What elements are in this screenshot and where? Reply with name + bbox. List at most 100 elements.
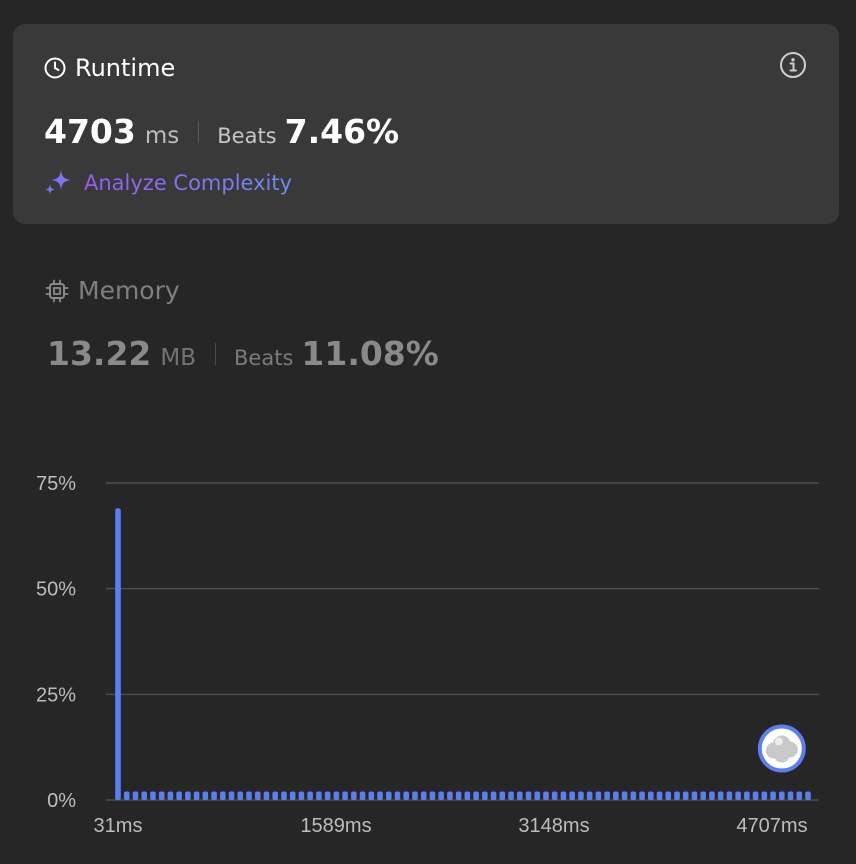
divider bbox=[215, 342, 217, 365]
chart-bar[interactable] bbox=[682, 791, 689, 800]
chart-bar[interactable] bbox=[368, 791, 375, 800]
chart-bar[interactable] bbox=[543, 791, 549, 800]
chart-bar[interactable] bbox=[228, 791, 235, 800]
y-axis-ticks: 75% 50% 25% 0% bbox=[36, 473, 76, 812]
chart-bar[interactable] bbox=[385, 791, 392, 800]
chart-bar[interactable] bbox=[115, 508, 121, 800]
chart-bar[interactable] bbox=[455, 791, 462, 800]
sparkle-icon bbox=[45, 170, 71, 195]
runtime-beats-label: Beats bbox=[217, 124, 277, 148]
chart-bar[interactable] bbox=[289, 791, 296, 800]
chart-bar[interactable] bbox=[167, 791, 174, 800]
user-runtime-marker[interactable] bbox=[757, 724, 806, 773]
chart-bar[interactable] bbox=[700, 791, 706, 800]
clock-icon bbox=[44, 57, 66, 79]
chart-bar[interactable] bbox=[464, 791, 471, 800]
chart-bar[interactable] bbox=[342, 791, 348, 800]
chart-bar[interactable] bbox=[569, 791, 575, 800]
chart-bar[interactable] bbox=[298, 791, 305, 800]
runtime-value: 4703 bbox=[44, 112, 136, 151]
chart-bar[interactable] bbox=[499, 791, 506, 800]
chart-bar[interactable] bbox=[805, 791, 811, 800]
runtime-distribution-chart[interactable]: 75% 50% 25% 0% 31ms 1589ms 3148ms 4707ms bbox=[0, 440, 856, 850]
chart-bar[interactable] bbox=[438, 791, 444, 800]
chart-bar[interactable] bbox=[709, 791, 715, 800]
chart-bar[interactable] bbox=[508, 791, 514, 800]
chart-bar[interactable] bbox=[744, 791, 750, 800]
chart-bar[interactable] bbox=[333, 791, 340, 800]
chart-bar[interactable] bbox=[647, 791, 654, 800]
chart-bar[interactable] bbox=[193, 791, 200, 800]
chart-bar[interactable] bbox=[185, 791, 191, 800]
chart-bar[interactable] bbox=[254, 791, 261, 800]
info-button[interactable] bbox=[779, 51, 807, 79]
chart-bar[interactable] bbox=[717, 791, 724, 800]
chart-bar[interactable] bbox=[447, 791, 453, 800]
chart-bar[interactable] bbox=[761, 791, 768, 800]
chart-bar[interactable] bbox=[770, 791, 776, 800]
chart-bar[interactable] bbox=[691, 791, 698, 800]
chart-bar[interactable] bbox=[578, 791, 584, 800]
chart-bar[interactable] bbox=[220, 791, 226, 800]
chart-bar[interactable] bbox=[377, 791, 383, 800]
chart-bar[interactable] bbox=[534, 791, 541, 800]
runtime-beats-value: 7.46% bbox=[284, 112, 400, 151]
chart-bar[interactable] bbox=[237, 791, 244, 800]
runtime-card[interactable]: Runtime 4703 ms Beats 7.46% Analyze Comp… bbox=[13, 24, 839, 224]
chart-bar[interactable] bbox=[351, 791, 357, 800]
chart-bar[interactable] bbox=[141, 791, 148, 800]
chart-bar[interactable] bbox=[246, 791, 252, 800]
chart-bar[interactable] bbox=[560, 791, 567, 800]
chart-bar[interactable] bbox=[394, 791, 401, 800]
chart-bar[interactable] bbox=[263, 791, 270, 800]
chart-bars[interactable] bbox=[115, 508, 811, 800]
chart-bar[interactable] bbox=[202, 791, 209, 800]
chart-bar[interactable] bbox=[158, 791, 165, 800]
chart-bar[interactable] bbox=[281, 791, 287, 800]
chart-bar[interactable] bbox=[272, 791, 279, 800]
chart-bar[interactable] bbox=[429, 791, 436, 800]
memory-stats: 13.22 MB Beats 11.08% bbox=[47, 334, 439, 373]
chart-bar[interactable] bbox=[316, 791, 322, 800]
chart-bar[interactable] bbox=[307, 791, 313, 800]
chart-bar[interactable] bbox=[132, 791, 139, 800]
chart-bar[interactable] bbox=[752, 791, 759, 800]
chart-bar[interactable] bbox=[778, 791, 785, 800]
chart-bar[interactable] bbox=[735, 791, 741, 800]
chart-bar[interactable] bbox=[604, 791, 610, 800]
chart-bar[interactable] bbox=[656, 791, 663, 800]
chart-bar[interactable] bbox=[473, 791, 479, 800]
chart-bar[interactable] bbox=[490, 791, 497, 800]
chart-bar[interactable] bbox=[796, 791, 803, 800]
chart-bar[interactable] bbox=[403, 791, 410, 800]
chart-bar[interactable] bbox=[482, 791, 488, 800]
chart-gridlines bbox=[106, 482, 819, 801]
chart-bar[interactable] bbox=[211, 791, 217, 800]
x-tick-label: 1589ms bbox=[300, 815, 371, 837]
chart-bar[interactable] bbox=[787, 791, 794, 800]
chart-bar[interactable] bbox=[613, 791, 619, 800]
chart-bar[interactable] bbox=[621, 791, 628, 800]
chart-bar[interactable] bbox=[665, 791, 672, 800]
chart-bar[interactable] bbox=[359, 791, 366, 800]
chart-bar[interactable] bbox=[586, 791, 593, 800]
chart-bar[interactable] bbox=[639, 791, 645, 800]
chart-bar[interactable] bbox=[150, 791, 156, 800]
chart-bar[interactable] bbox=[674, 791, 680, 800]
x-tick-label: 3148ms bbox=[518, 815, 589, 837]
chart-bar[interactable] bbox=[525, 791, 532, 800]
chart-bar[interactable] bbox=[595, 791, 602, 800]
x-tick-label: 4707ms bbox=[736, 815, 807, 837]
chart-bar[interactable] bbox=[324, 791, 331, 800]
chart-bar[interactable] bbox=[726, 791, 733, 800]
chart-bar[interactable] bbox=[176, 791, 182, 800]
memory-section[interactable]: Memory 13.22 MB Beats 11.08% bbox=[45, 276, 439, 373]
chart-bar[interactable] bbox=[551, 791, 558, 800]
chart-bar[interactable] bbox=[123, 791, 130, 800]
chart-bar[interactable] bbox=[516, 791, 523, 800]
chart-bar[interactable] bbox=[420, 791, 427, 800]
analyze-complexity-button[interactable]: Analyze Complexity bbox=[44, 169, 292, 197]
chart-bar[interactable] bbox=[412, 791, 418, 800]
memory-value: 13.22 bbox=[47, 334, 152, 373]
chart-bar[interactable] bbox=[630, 791, 637, 800]
